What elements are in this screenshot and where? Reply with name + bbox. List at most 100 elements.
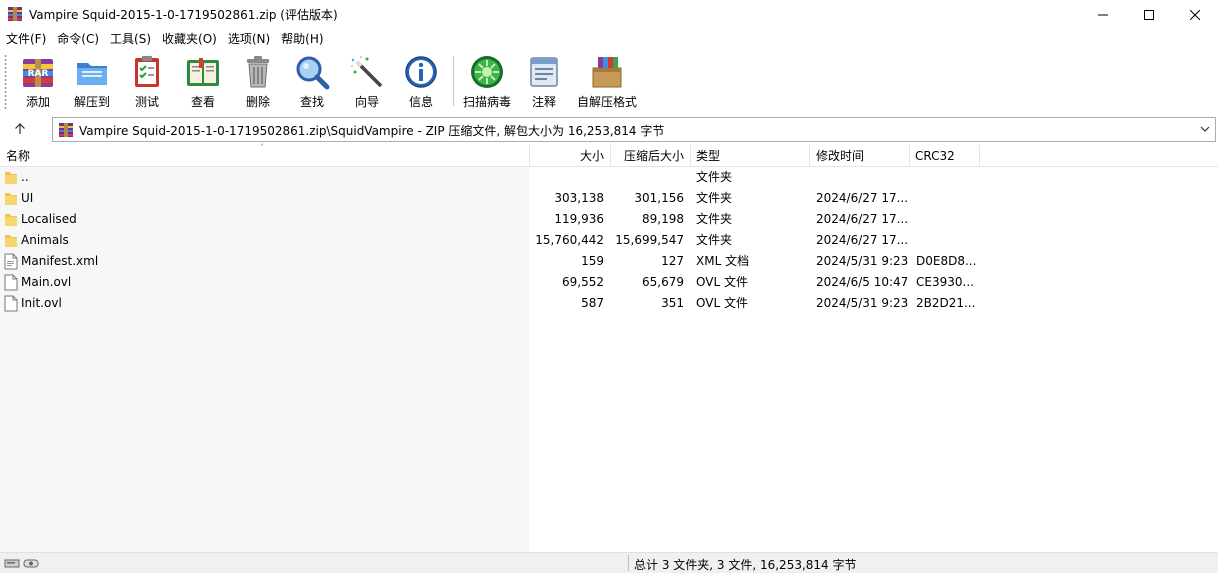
maximize-icon — [1144, 9, 1154, 20]
menu-commands[interactable]: 命令(C) — [51, 29, 104, 49]
menu-help[interactable]: 帮助(H) — [275, 29, 328, 49]
file-type: XML 文档 — [696, 254, 750, 268]
file-size: 159 — [581, 254, 604, 268]
window-title: Vampire Squid-2015-1-0-1719502861.zip (评… — [29, 8, 338, 22]
test-clipboard-icon — [135, 56, 159, 87]
file-modified: 2024/5/31 9:23 — [816, 254, 909, 268]
file-size: 69,552 — [562, 275, 604, 289]
info-icon — [405, 56, 437, 88]
file-packed-size: 301,156 — [634, 191, 684, 205]
file-type: 文件夹 — [696, 233, 733, 247]
column-divider[interactable] — [979, 145, 980, 167]
column-packed-size[interactable]: 压缩后大小 — [611, 145, 690, 167]
file-size: 303,138 — [554, 191, 604, 205]
close-button[interactable] — [1172, 0, 1218, 29]
folder-icon — [5, 172, 17, 184]
file-row[interactable]: .. 文件夹 — [0, 167, 1218, 188]
info-label: 信息 — [408, 95, 433, 109]
status-bar: 总计 3 文件夹, 3 文件, 16,253,814 字节 — [0, 552, 1218, 573]
archive-icon — [59, 123, 73, 137]
delete-label: 删除 — [245, 95, 270, 109]
find-button[interactable]: 查找 — [292, 52, 332, 110]
status-divider — [628, 555, 629, 571]
file-row[interactable]: Animals 15,760,442 15,699,547 文件夹 2024/6… — [0, 230, 1218, 251]
file-crc32: 2B2D21... — [916, 296, 976, 310]
minimize-icon — [1098, 14, 1108, 15]
file-packed-size: 89,198 — [642, 212, 684, 226]
address-field[interactable]: Vampire Squid-2015-1-0-1719502861.zip\Sq… — [52, 117, 1216, 142]
file-size: 119,936 — [554, 212, 604, 226]
menu-bar: 文件(F) 命令(C) 工具(S) 收藏夹(O) 选项(N) 帮助(H) — [0, 29, 1218, 49]
column-modified[interactable]: 修改时间 — [810, 145, 870, 167]
column-header: 名称 ˄ 大小 压缩后大小 类型 修改时间 CRC32 — [0, 143, 1218, 167]
toolbar: RAR 添加 解压到 测试 查看 删除 查找 向导 信息 扫描病毒 注释 自解压… — [0, 50, 1218, 114]
sfx-label: 自解压格式 — [576, 95, 637, 109]
file-packed-size — [611, 167, 684, 188]
comment-label: 注释 — [531, 95, 556, 109]
column-type[interactable]: 类型 — [690, 145, 726, 167]
column-crc32[interactable]: CRC32 — [909, 145, 961, 167]
add-button[interactable]: RAR 添加 — [18, 52, 58, 110]
file-list: .. 文件夹 UI 303,138 301,156 文件夹 2024/6/27 … — [0, 167, 1218, 552]
add-archive-icon: RAR — [23, 59, 53, 87]
file-modified: 2024/6/27 17... — [816, 212, 909, 226]
wizard-button[interactable]: 向导 — [347, 52, 387, 110]
virus-scan-button[interactable]: 扫描病毒 — [461, 52, 513, 110]
file-modified: 2024/6/27 17... — [816, 233, 909, 247]
column-name[interactable]: 名称 — [0, 145, 36, 167]
sfx-button[interactable]: 自解压格式 — [575, 52, 639, 110]
delete-button[interactable]: 删除 — [238, 52, 278, 110]
winrar-app-icon — [8, 7, 22, 21]
up-level-button[interactable] — [8, 119, 32, 139]
svg-text:RAR: RAR — [28, 69, 49, 79]
toolbar-separator — [453, 56, 454, 106]
status-summary: 总计 3 文件夹, 3 文件, 16,253,814 字节 — [634, 558, 857, 572]
folder-icon — [5, 193, 17, 205]
extract-to-label: 解压到 — [73, 95, 110, 109]
file-packed-size: 351 — [661, 296, 684, 310]
minimize-button[interactable] — [1080, 0, 1126, 29]
toolbar-grip[interactable] — [4, 54, 7, 110]
column-size[interactable]: 大小 — [530, 145, 610, 167]
extract-folder-icon — [77, 63, 107, 85]
file-packed-size: 65,679 — [642, 275, 684, 289]
xml-file-icon — [4, 253, 18, 270]
magic-wand-icon — [351, 56, 383, 88]
file-row[interactable]: UI 303,138 301,156 文件夹 2024/6/27 17... — [0, 188, 1218, 209]
file-name: .. — [21, 170, 29, 184]
file-icon — [4, 295, 18, 312]
virus-scan-label: 扫描病毒 — [462, 95, 511, 109]
info-button[interactable]: 信息 — [401, 52, 441, 110]
file-row[interactable]: Main.ovl 69,552 65,679 OVL 文件 2024/6/5 1… — [0, 272, 1218, 293]
arrow-up-icon — [15, 123, 25, 134]
menu-favorites[interactable]: 收藏夹(O) — [156, 29, 222, 49]
file-row[interactable]: Manifest.xml 159 127 XML 文档 2024/5/31 9:… — [0, 251, 1218, 272]
file-size — [530, 167, 604, 188]
file-type: OVL 文件 — [696, 296, 748, 310]
file-modified: 2024/5/31 9:23 — [816, 296, 909, 310]
menu-options[interactable]: 选项(N) — [222, 29, 275, 49]
menu-file[interactable]: 文件(F) — [0, 29, 51, 49]
file-row[interactable]: Localised 119,936 89,198 文件夹 2024/6/27 1… — [0, 209, 1218, 230]
file-modified: 2024/6/27 17... — [816, 191, 909, 205]
view-button[interactable]: 查看 — [181, 52, 225, 110]
menu-tools[interactable]: 工具(S) — [104, 29, 156, 49]
comment-button[interactable]: 注释 — [524, 52, 564, 110]
test-button[interactable]: 测试 — [127, 52, 167, 110]
test-label: 测试 — [134, 95, 159, 109]
chevron-down-icon[interactable] — [1199, 123, 1211, 135]
wizard-label: 向导 — [354, 95, 379, 109]
file-name: Init.ovl — [21, 296, 62, 310]
file-name: Animals — [21, 233, 69, 247]
file-name: Localised — [21, 212, 77, 226]
add-label: 添加 — [25, 95, 50, 109]
maximize-button[interactable] — [1126, 0, 1172, 29]
extract-to-button[interactable]: 解压到 — [70, 52, 114, 110]
file-name: Manifest.xml — [21, 254, 99, 268]
view-label: 查看 — [190, 95, 215, 109]
file-name: UI — [21, 191, 34, 205]
trash-icon — [247, 56, 269, 88]
drive-status-icon[interactable] — [4, 556, 40, 570]
file-size: 15,760,442 — [535, 233, 604, 247]
file-row[interactable]: Init.ovl 587 351 OVL 文件 2024/5/31 9:23 2… — [0, 293, 1218, 314]
